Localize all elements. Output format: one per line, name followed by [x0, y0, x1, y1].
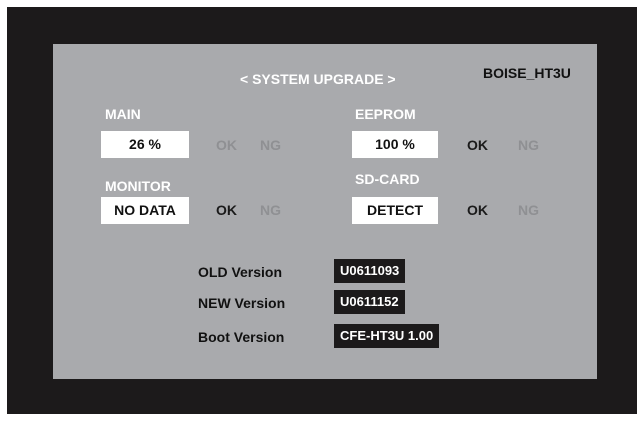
new-version-label: NEW Version [198, 295, 286, 311]
monitor-ng-status: NG [260, 202, 281, 218]
old-version-value: U0611093 [334, 259, 406, 283]
eeprom-label: EEPROM [355, 106, 416, 122]
old-version-label: OLD Version [198, 264, 283, 280]
sdcard-ok-status: OK [467, 202, 488, 218]
monitor-label: MONITOR [105, 178, 171, 194]
sdcard-label: SD-CARD [355, 171, 420, 187]
page-title: < SYSTEM UPGRADE > [240, 71, 396, 87]
eeprom-ok-status: OK [467, 137, 488, 153]
monitor-ok-status: OK [216, 202, 237, 218]
main-ng-status: NG [260, 137, 281, 153]
eeprom-progress-value: 100 % [352, 131, 438, 158]
main-ok-status: OK [216, 137, 237, 153]
boot-version-value: CFE-HT3U 1.00 [334, 324, 440, 348]
model-name: BOISE_HT3U [483, 65, 571, 81]
system-upgrade-panel: < SYSTEM UPGRADE > BOISE_HT3U MAIN 26 % … [53, 44, 597, 379]
main-label: MAIN [105, 106, 141, 122]
sdcard-ng-status: NG [518, 202, 539, 218]
eeprom-ng-status: NG [518, 137, 539, 153]
monitor-status-value: NO DATA [101, 197, 189, 224]
main-progress-value: 26 % [101, 131, 189, 158]
sdcard-status-value: DETECT [352, 197, 438, 224]
boot-version-label: Boot Version [198, 329, 285, 345]
new-version-value: U0611152 [334, 290, 405, 314]
